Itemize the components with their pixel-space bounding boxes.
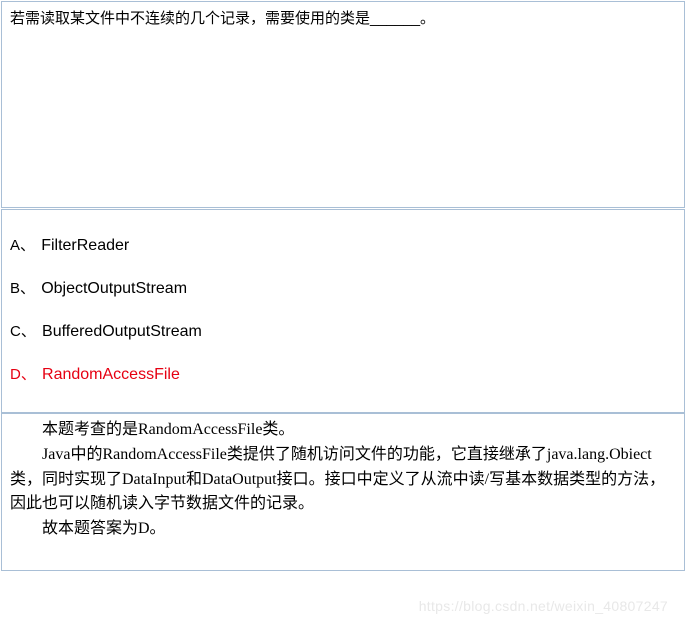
option-c-text: BufferedOutputStream xyxy=(42,323,202,340)
option-a-text: FilterReader xyxy=(41,237,129,254)
option-b-text: ObjectOutputStream xyxy=(41,280,187,297)
option-d-text: RandomAccessFile xyxy=(42,366,180,383)
explanation-line-1: 本题考查的是RandomAccessFile类。 xyxy=(10,418,676,443)
option-b-label: B、 xyxy=(10,280,35,297)
explanation-line-2: Java中的RandomAccessFile类提供了随机访问文件的功能，它直接继… xyxy=(10,443,676,517)
option-d-label: D、 xyxy=(10,366,36,383)
watermark-text: https://blog.csdn.net/weixin_40807247 xyxy=(419,598,668,614)
explanation-panel: 本题考查的是RandomAccessFile类。 Java中的RandomAcc… xyxy=(1,413,685,571)
options-panel: A、 FilterReader B、 ObjectOutputStream C、… xyxy=(1,209,685,413)
option-c: C、 BufferedOutputStream xyxy=(10,320,676,341)
option-c-label: C、 xyxy=(10,323,36,340)
option-b: B、 ObjectOutputStream xyxy=(10,277,676,298)
explanation-line-3: 故本题答案为D。 xyxy=(10,517,676,542)
option-d: D、 RandomAccessFile xyxy=(10,363,676,384)
question-text: 若需读取某文件中不连续的几个记录，需要使用的类是______。 xyxy=(10,10,435,27)
option-a-label: A、 xyxy=(10,237,35,254)
option-a: A、 FilterReader xyxy=(10,234,676,255)
question-panel: 若需读取某文件中不连续的几个记录，需要使用的类是______。 xyxy=(1,1,685,208)
